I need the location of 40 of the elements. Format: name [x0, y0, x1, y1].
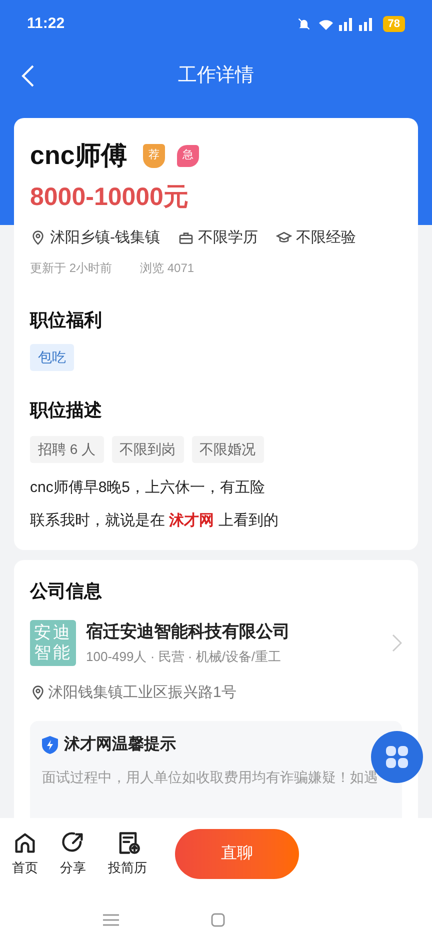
grid-icon	[385, 745, 409, 769]
company-details: 100-499人 · 民营 · 机械/设备/重工	[86, 648, 282, 666]
benefit-tag: 包吃	[30, 344, 74, 371]
company-name: 宿迁安迪智能科技有限公司	[86, 621, 291, 643]
company-address: 沭阳钱集镇工业区振兴路1号	[48, 683, 236, 703]
urgent-badge: 急	[176, 144, 199, 166]
job-title: cnc师傅	[30, 139, 127, 172]
shield-icon	[42, 736, 58, 754]
section-heading: 职位描述	[30, 399, 103, 422]
recommended-badge: 荐	[142, 144, 165, 168]
job-requirement: 不限经验	[296, 228, 356, 248]
status-time: 11:22	[27, 14, 65, 34]
chevron-right-icon[interactable]	[392, 634, 402, 652]
section-heading: 职位福利	[30, 309, 103, 332]
job-requirement: 不限学历	[198, 228, 258, 248]
requirement-tag: 不限到岗	[112, 436, 184, 463]
back-chevron-icon	[20, 64, 36, 88]
updated-time: 更新于 2小时前	[30, 260, 112, 277]
battery-level: 78	[382, 16, 405, 32]
location-pin-icon	[30, 230, 46, 246]
home-square-icon[interactable]	[211, 913, 225, 927]
tip-title: 沭才网温馨提示	[64, 734, 176, 754]
bottom-action[interactable]: 投简历	[108, 830, 147, 878]
tip-text: 面试过程中，用人单位如收取费用均有诈骗嫌疑！如遇	[42, 768, 379, 786]
description-text: 联系我时，就说是在 沭才网 上看到的	[30, 510, 280, 530]
section-heading: 公司信息	[30, 580, 103, 603]
briefcase-icon	[178, 230, 194, 246]
requirement-tag: 不限婚况	[192, 436, 264, 463]
muted-bell-icon	[296, 17, 311, 31]
bottom-action[interactable]: 分享	[60, 830, 86, 878]
requirement-tag: 招聘 6 人	[30, 436, 104, 463]
description-text: cnc师傅早8晚5，上六休一，有五险	[30, 478, 266, 498]
job-requirement: 沭阳乡镇-钱集镇	[50, 228, 160, 248]
bottom-action[interactable]: 首页	[12, 830, 38, 878]
menu-icon[interactable]	[103, 913, 119, 927]
location-pin-icon	[30, 685, 46, 702]
page-title: 工作详情	[178, 64, 254, 88]
view-count: 浏览 4071	[140, 260, 194, 277]
salary: 8000-10000元	[30, 182, 190, 213]
company-logo: 安迪 智能	[30, 620, 76, 666]
